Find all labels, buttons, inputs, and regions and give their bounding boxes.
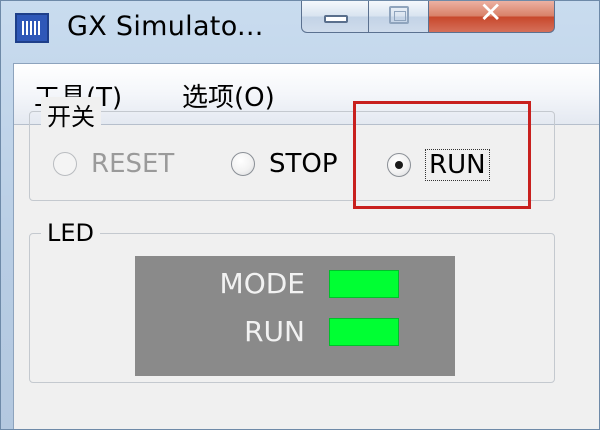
led-panel: MODE RUN: [135, 256, 455, 376]
led-run-indicator: [329, 318, 399, 346]
radio-stop-circle[interactable]: [231, 152, 255, 176]
minimize-icon: [324, 15, 348, 23]
close-icon: ✕: [479, 0, 503, 29]
caption-buttons: ✕: [301, 1, 555, 33]
radio-stop-label[interactable]: STOP: [269, 149, 338, 179]
led-mode-label: MODE: [219, 267, 305, 300]
maximize-icon: [389, 6, 409, 24]
led-run-label: RUN: [244, 315, 305, 348]
led-mode-indicator: [329, 270, 399, 298]
led-row-mode: MODE: [135, 264, 455, 304]
app-icon[interactable]: [15, 13, 49, 43]
radio-reset-circle: [53, 152, 77, 176]
maximize-button[interactable]: [369, 1, 429, 33]
minimize-button[interactable]: [301, 1, 369, 33]
radio-reset: RESET: [53, 149, 174, 179]
radio-reset-label: RESET: [91, 149, 175, 179]
led-row-run: RUN: [135, 312, 455, 352]
led-group-legend: LED: [41, 219, 101, 247]
highlight-box: [353, 101, 531, 209]
radio-stop[interactable]: STOP: [231, 149, 338, 179]
switch-group-legend: 开关: [41, 97, 101, 132]
title-bar[interactable]: GX Simulato... ✕: [1, 1, 599, 63]
menu-item-options[interactable]: 选项(O): [182, 77, 275, 114]
window-title: GX Simulato...: [67, 11, 264, 42]
app-window: GX Simulato... ✕ 工具(T) 选项(O) 开关 RESET ST…: [0, 0, 600, 430]
close-button[interactable]: ✕: [429, 1, 555, 33]
